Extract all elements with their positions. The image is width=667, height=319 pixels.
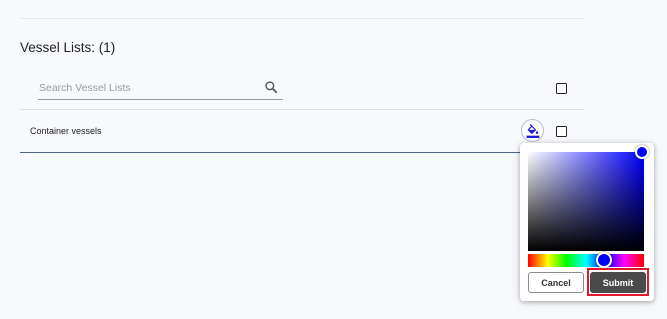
list-divider xyxy=(20,109,584,110)
saturation-value-area[interactable] xyxy=(528,145,649,251)
submit-button[interactable]: Submit xyxy=(590,272,646,293)
hue-slider[interactable] xyxy=(528,252,644,268)
search-input[interactable] xyxy=(39,79,259,97)
vessel-list-item-label: Container vessels xyxy=(30,126,102,136)
row-divider xyxy=(20,152,584,153)
paint-bucket-icon xyxy=(526,123,539,138)
color-picker-button[interactable] xyxy=(521,119,544,142)
saturation-value-handle[interactable] xyxy=(635,145,649,159)
top-divider xyxy=(20,18,584,19)
select-all-checkbox[interactable] xyxy=(556,83,567,94)
search-field[interactable] xyxy=(38,78,283,100)
cancel-button[interactable]: Cancel xyxy=(528,272,584,293)
page-title: Vessel Lists: (1) xyxy=(20,40,116,55)
search-icon[interactable] xyxy=(264,80,278,94)
color-picker-popup: Cancel Submit xyxy=(520,143,654,301)
vessel-list-item-checkbox[interactable] xyxy=(556,126,567,137)
hue-slider-handle[interactable] xyxy=(596,252,612,268)
